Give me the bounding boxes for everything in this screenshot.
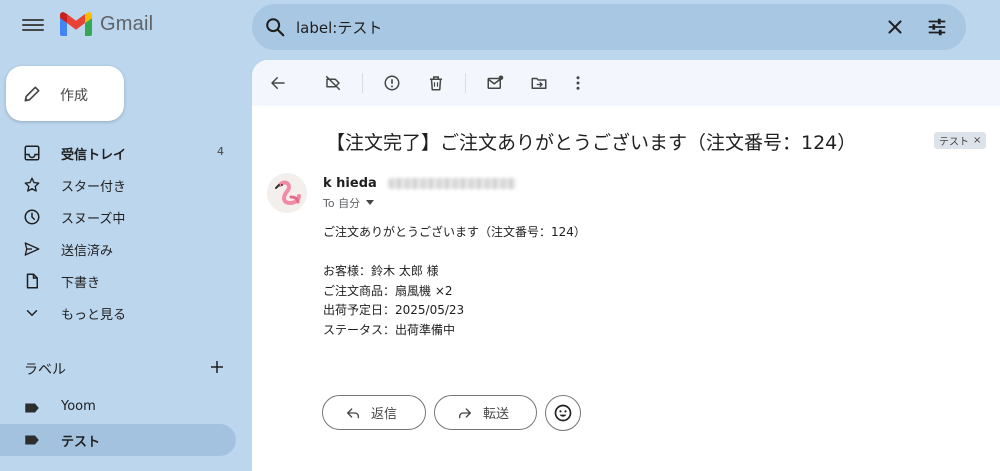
mark-unread-button[interactable] [483, 71, 507, 95]
forward-label: 転送 [483, 407, 510, 422]
recipient-label: To 自分 [323, 197, 361, 210]
gmail-logo[interactable]: Gmail [60, 12, 153, 36]
recipient-details[interactable]: To 自分 [323, 195, 375, 211]
search-options-icon[interactable] [926, 16, 948, 38]
sidebar-item-drafts[interactable]: 下書き [0, 265, 236, 297]
search-icon[interactable] [264, 16, 286, 38]
emoji-reaction-button[interactable] [545, 395, 581, 431]
gmail-m-icon [60, 12, 92, 36]
sidebar-item-inbox[interactable]: 受信トレイ 4 [0, 137, 236, 169]
email-subject: 【注文完了】ご注文ありがとうございます（注文番号：124） [326, 132, 857, 154]
add-label-icon[interactable] [208, 358, 226, 376]
email-body-line [323, 243, 586, 263]
sidebar-item-label: スター付き [61, 180, 127, 195]
back-button[interactable] [266, 71, 290, 95]
inbox-icon [24, 145, 40, 161]
sidebar-item-label: 下書き [61, 276, 101, 291]
label-icon [25, 403, 39, 413]
search-bar[interactable]: label:テスト [252, 4, 966, 50]
trash-icon [430, 76, 442, 91]
sidebar-label-yoom[interactable]: Yoom [0, 392, 236, 424]
mark-unread-icon [487, 75, 504, 89]
unread-count: 4 [217, 145, 224, 158]
report-spam-button[interactable] [380, 71, 404, 95]
email-body-line: お客様：鈴木 太郎 様 [323, 264, 439, 278]
sidebar-item-label: Yoom [61, 399, 96, 414]
sidebar-item-starred[interactable]: スター付き [0, 169, 236, 201]
forward-button[interactable]: 転送 [434, 395, 537, 430]
main-menu-button[interactable] [22, 16, 44, 38]
send-icon [24, 242, 40, 256]
chevron-down-icon [26, 310, 38, 317]
move-folder-icon [531, 77, 547, 89]
email-body-line: ご注文商品：扇風機 ×2 [323, 283, 453, 298]
move-to-button[interactable] [527, 71, 551, 95]
draft-icon [26, 273, 38, 289]
clock-icon [24, 209, 40, 225]
remove-label-icon[interactable]: × [973, 135, 981, 146]
arrow-back-icon [271, 77, 285, 89]
reply-icon [347, 407, 359, 418]
email-view: 【注文完了】ご注文ありがとうございます（注文番号：124） テスト × k hi… [252, 60, 1000, 471]
sidebar-item-snoozed[interactable]: スヌーズ中 [0, 201, 236, 233]
email-body-line: ステータス：出荷準備中 [323, 322, 456, 337]
smiley-icon [554, 404, 572, 422]
more-vert-icon [576, 76, 580, 90]
labels-heading: ラベル [24, 362, 66, 378]
sidebar-item-more[interactable]: もっと見る [0, 297, 236, 329]
label-chip: テスト × [934, 132, 987, 149]
clear-search-icon[interactable] [884, 16, 906, 38]
email-body-line: ご注文ありがとうございます（注文番号：124） [323, 225, 586, 239]
sender-name: k hieda [323, 176, 377, 191]
star-icon [24, 177, 40, 192]
caret-down-icon [366, 200, 375, 205]
email-body: ご注文ありがとうございます（注文番号：124） お客様：鈴木 太郎 様 ご注文商… [323, 223, 586, 340]
email-toolbar [252, 60, 1000, 106]
sidebar-item-label: スヌーズ中 [61, 212, 126, 227]
reply-button[interactable]: 返信 [322, 395, 426, 430]
sidebar-item-sent[interactable]: 送信済み [0, 233, 236, 265]
sidebar-item-label: もっと見る [61, 308, 127, 323]
pencil-icon [24, 86, 40, 102]
app-name: Gmail [100, 12, 154, 35]
sidebar-item-label: 送信済み [61, 244, 114, 259]
more-options-button[interactable] [566, 71, 590, 95]
toolbar-divider [362, 73, 363, 93]
flamingo-avatar-icon [267, 173, 307, 213]
reply-label: 返信 [371, 407, 398, 422]
label-icon [25, 435, 39, 445]
label-off-icon [325, 75, 341, 91]
toolbar-divider [465, 73, 466, 93]
compose-button[interactable]: 作成 [6, 66, 124, 121]
report-icon [384, 75, 400, 91]
email-body-line: 出荷予定日：2025/05/23 [323, 303, 465, 317]
forward-icon [459, 407, 471, 418]
delete-button[interactable] [424, 71, 448, 95]
remove-label-button[interactable] [321, 71, 345, 95]
sidebar-item-label: 受信トレイ [61, 148, 127, 163]
sidebar-label-test[interactable]: テスト [0, 424, 236, 456]
sidebar-item-label: テスト [61, 435, 101, 450]
label-chip-text: テスト [939, 137, 969, 148]
search-input[interactable]: label:テスト [296, 17, 382, 38]
compose-label: 作成 [60, 88, 88, 104]
sender-avatar[interactable] [267, 173, 307, 213]
sender-email-redacted [388, 178, 516, 189]
